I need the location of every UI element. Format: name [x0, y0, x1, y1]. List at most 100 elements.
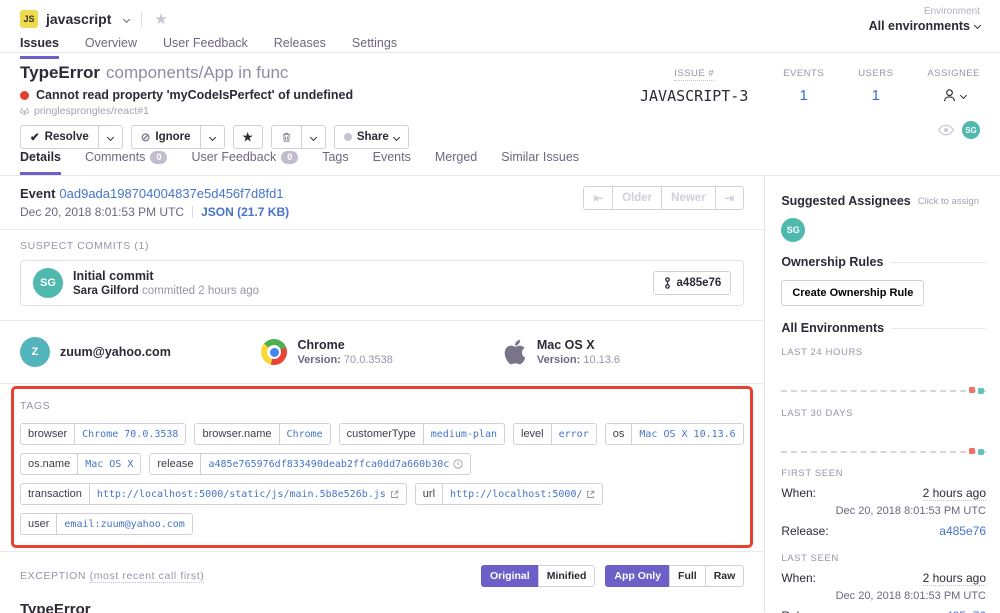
- event-detail-main: Event0ad9ada198704004837e5d456f7d8fd1 De…: [0, 176, 765, 612]
- chevron-down-icon: [960, 92, 967, 99]
- tag-url: urlhttp://localhost:5000/: [415, 483, 604, 505]
- project-name[interactable]: javascript: [46, 11, 111, 27]
- resolve-dropdown-button[interactable]: [98, 125, 123, 149]
- chevron-down-icon: [974, 22, 981, 29]
- last-24-hours-label: LAST 24 HOURS: [781, 347, 986, 358]
- toggle-app-only[interactable]: App Only: [605, 565, 670, 587]
- commit-byline: committed 2 hours ago: [142, 285, 259, 297]
- last-seen-heading: LAST SEEN: [781, 553, 986, 564]
- issue-short-id: JAVASCRIPT-3: [639, 87, 749, 105]
- event-json-link[interactable]: JSON (21.7 KB): [201, 205, 289, 219]
- newer-event-button[interactable]: Newer: [661, 186, 716, 210]
- bookmark-star-icon[interactable]: ★: [154, 10, 167, 28]
- issue-type: TypeError: [20, 63, 100, 82]
- tag-user: useremail:zuum@yahoo.com: [20, 513, 193, 535]
- person-icon: [941, 87, 958, 104]
- context-browser: Chrome Version: 70.0.3538: [261, 337, 502, 367]
- users-count[interactable]: 1: [858, 87, 893, 104]
- os-name: Mac OS X: [537, 338, 620, 352]
- commit-author-avatar: SG: [33, 268, 63, 298]
- events-count[interactable]: 1: [783, 87, 824, 104]
- commit-sha-button[interactable]: a485e76: [653, 271, 732, 295]
- first-seen-relative: 2 hours ago: [923, 486, 986, 501]
- create-ownership-rule-button[interactable]: Create Ownership Rule: [781, 280, 924, 306]
- external-link-icon: [586, 490, 595, 499]
- exception-type: TypeError: [20, 601, 744, 613]
- issue-header: TypeError components/App in func Cannot r…: [0, 53, 1000, 146]
- tag-level: levelerror: [513, 423, 597, 445]
- divider: [890, 262, 986, 263]
- share-status-dot: [344, 133, 352, 141]
- resolve-button[interactable]: ✔Resolve: [20, 125, 99, 149]
- share-button[interactable]: Share: [334, 125, 409, 149]
- first-page-icon: ⇤: [593, 191, 603, 205]
- tab-tags[interactable]: Tags: [322, 150, 348, 175]
- chevron-down-icon: [393, 133, 400, 140]
- tab-similar-issues[interactable]: Similar Issues: [501, 150, 579, 175]
- event-id-link[interactable]: 0ad9ada198704004837e5d456f7d8fd1: [59, 186, 283, 201]
- event-context-summary: Z zuum@yahoo.com Chrome Version: 70.0.35…: [0, 321, 764, 384]
- suspect-commits-heading: SUSPECT COMMITS (1): [20, 240, 744, 252]
- ignore-dropdown-button[interactable]: [200, 125, 225, 149]
- issue-culprit: components/App in func: [106, 63, 288, 82]
- tab-user-feedback-detail[interactable]: User Feedback0: [191, 150, 298, 175]
- event-toolbar: Event0ad9ada198704004837e5d456f7d8fd1 De…: [0, 176, 764, 230]
- events-label: EVENTS: [783, 68, 824, 79]
- issue-message: Cannot read property 'myCodeIsPerfect' o…: [36, 88, 353, 102]
- chevron-down-icon: [123, 15, 130, 22]
- last-seen-relative: 2 hours ago: [923, 571, 986, 586]
- issue-actions: ✔Resolve ⊘Ignore ★ Share: [20, 125, 980, 149]
- commit-card: SG Initial commit Sara Gilford committed…: [20, 260, 744, 306]
- exception-section: EXCEPTION (most recent call first) Origi…: [0, 552, 764, 613]
- toggle-raw[interactable]: Raw: [705, 565, 745, 587]
- release-label: Release:: [781, 524, 828, 538]
- tab-comments[interactable]: Comments0: [85, 150, 167, 175]
- first-event-button[interactable]: ⇤: [583, 186, 613, 210]
- tag-list: browserChrome 70.0.3538 browser.nameChro…: [20, 423, 744, 535]
- linked-issue-annotation[interactable]: pringlesprongles/react#1: [34, 105, 149, 117]
- event-pagination: ⇤ Older Newer ⇥: [583, 186, 744, 219]
- user-avatar: Z: [20, 337, 50, 367]
- trash-icon: [281, 131, 292, 143]
- users-label: USERS: [858, 68, 893, 79]
- older-event-button[interactable]: Older: [612, 186, 662, 210]
- project-switcher[interactable]: JS javascript ★: [20, 8, 980, 30]
- event-label: Event: [20, 186, 55, 201]
- suggested-assignee-avatar[interactable]: SG: [781, 218, 805, 242]
- divider: [891, 328, 986, 329]
- tab-details[interactable]: Details: [20, 150, 61, 175]
- chevron-down-icon: [208, 133, 215, 140]
- tag-transaction: transactionhttp://localhost:5000/static/…: [20, 483, 407, 505]
- toggle-original[interactable]: Original: [481, 565, 539, 587]
- apple-icon: [503, 338, 527, 366]
- release-label: Release:: [781, 609, 828, 613]
- first-seen-release[interactable]: a485e76: [939, 524, 986, 538]
- suspect-commits-section: SUSPECT COMMITS (1) SG Initial commit Sa…: [0, 230, 764, 321]
- environment-selector[interactable]: All environments: [869, 19, 980, 33]
- browser-name: Chrome: [297, 338, 392, 352]
- last-event-button[interactable]: ⇥: [715, 186, 745, 210]
- toggle-minified[interactable]: Minified: [538, 565, 596, 587]
- chevron-down-icon: [107, 133, 114, 140]
- clock-icon: [453, 459, 463, 469]
- last-seen-release[interactable]: a485e76: [939, 609, 986, 613]
- exception-heading-hint: (most recent call first): [90, 570, 205, 583]
- tab-merged[interactable]: Merged: [435, 150, 477, 175]
- delete-button[interactable]: [271, 125, 302, 149]
- ignore-button[interactable]: ⊘Ignore: [131, 125, 201, 149]
- tab-events[interactable]: Events: [373, 150, 411, 175]
- tags-heading: TAGS: [20, 400, 744, 412]
- project-platform-icon: JS: [20, 10, 38, 28]
- issue-stats: ISSUE # JAVASCRIPT-3 EVENTS 1 USERS 1 AS…: [639, 63, 980, 105]
- assignee-selector[interactable]: [927, 87, 980, 104]
- chrome-icon: [261, 339, 287, 365]
- delete-dropdown-button[interactable]: [301, 125, 326, 149]
- issue-annotation[interactable]: pringlesprongles/react#1: [20, 105, 980, 117]
- external-link-icon: [390, 490, 399, 499]
- last-30-days-sparkline: [781, 423, 986, 453]
- spark-marker-teal: [978, 388, 984, 394]
- commit-author: Sara Gilford: [73, 285, 139, 297]
- toggle-full[interactable]: Full: [669, 565, 706, 587]
- star-button[interactable]: ★: [233, 125, 263, 149]
- check-icon: ✔: [30, 130, 40, 144]
